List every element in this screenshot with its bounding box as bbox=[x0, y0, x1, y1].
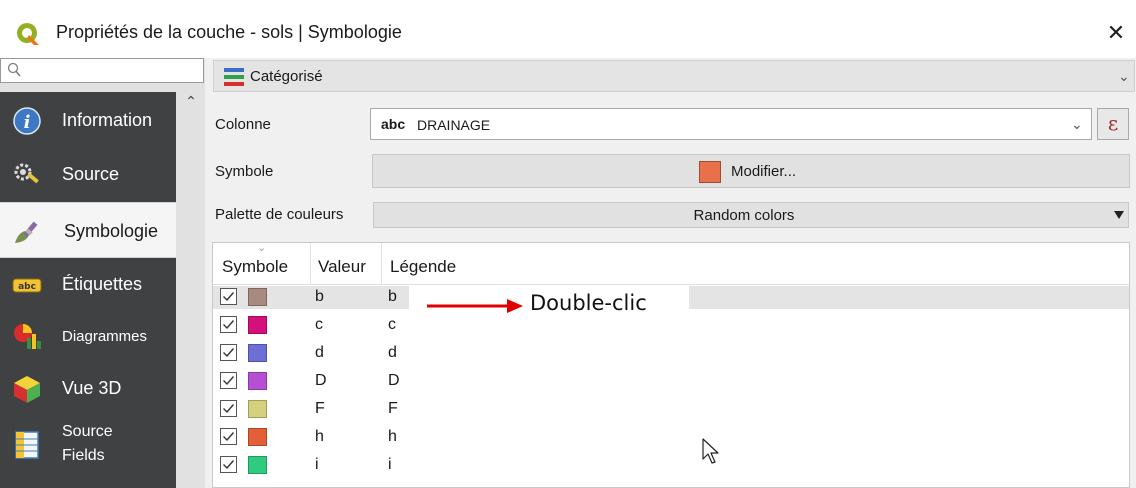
category-checkbox[interactable] bbox=[220, 400, 237, 417]
search-box[interactable] bbox=[0, 58, 204, 83]
title-bar: Propriétés de la couche - sols | Symbolo… bbox=[0, 0, 1136, 58]
string-field-icon: abc bbox=[381, 116, 406, 132]
category-checkbox[interactable] bbox=[220, 428, 237, 445]
category-color-swatch[interactable] bbox=[248, 428, 267, 446]
category-legend[interactable]: h bbox=[388, 428, 397, 446]
dropdown-arrow-icon bbox=[1114, 211, 1124, 219]
sidebar-item-information[interactable]: i Information bbox=[0, 94, 176, 146]
search-input[interactable] bbox=[27, 61, 197, 80]
category-color-swatch[interactable] bbox=[248, 288, 267, 306]
close-button[interactable]: ✕ bbox=[1098, 16, 1134, 50]
renderer-type-label: Catégorisé bbox=[250, 68, 323, 85]
source-wrench-icon bbox=[14, 163, 39, 184]
symbol-modify-label: Modifier... bbox=[731, 163, 797, 180]
sidebar-scrollbar[interactable]: ⌃ bbox=[176, 92, 205, 488]
column-select[interactable]: abc DRAINAGE ⌄ bbox=[370, 108, 1092, 140]
category-legend[interactable]: F bbox=[388, 400, 398, 418]
category-legend[interactable]: D bbox=[388, 372, 400, 390]
category-color-swatch[interactable] bbox=[248, 400, 267, 418]
category-checkbox[interactable] bbox=[220, 316, 237, 333]
table-row[interactable]: ii bbox=[213, 454, 1129, 477]
palette-label: Palette de couleurs bbox=[215, 206, 344, 223]
abc-label-icon: abc bbox=[12, 278, 42, 293]
category-checkbox[interactable] bbox=[220, 288, 237, 305]
column-header-valeur[interactable]: Valeur bbox=[318, 257, 366, 277]
sidebar-item-symbologie[interactable]: Symbologie bbox=[0, 202, 176, 258]
sidebar-item-etiquettes[interactable]: abc Étiquettes bbox=[0, 258, 176, 310]
sidebar: i Information Source Symbologie abc Étiq… bbox=[0, 58, 205, 488]
sidebar-item-label: Source bbox=[62, 164, 120, 184]
color-ramp-select[interactable]: Random colors bbox=[373, 202, 1129, 228]
category-value: b bbox=[315, 288, 324, 305]
symbol-label: Symbole bbox=[215, 163, 274, 180]
column-divider[interactable] bbox=[381, 243, 382, 285]
chevron-down-icon: ⌄ bbox=[1118, 68, 1130, 84]
table-row[interactable]: dd bbox=[213, 342, 1129, 365]
symbol-modify-button[interactable]: Modifier... bbox=[372, 154, 1130, 188]
cube-icon bbox=[14, 376, 40, 403]
sidebar-item-label: Information bbox=[62, 110, 153, 130]
mouse-cursor-icon bbox=[702, 438, 719, 464]
search-icon bbox=[7, 62, 21, 77]
category-value: c bbox=[315, 316, 323, 333]
sort-indicator-icon: ⌄ bbox=[257, 242, 267, 254]
category-checkbox[interactable] bbox=[220, 372, 237, 389]
sidebar-item-label: Symbologie bbox=[64, 221, 159, 241]
table-row[interactable]: DD bbox=[213, 370, 1129, 393]
svg-text:abc: abc bbox=[18, 282, 36, 292]
column-header-legende[interactable]: Légende bbox=[390, 257, 456, 277]
qgis-logo-icon bbox=[17, 23, 39, 45]
svg-text:i: i bbox=[24, 112, 31, 133]
table-row[interactable]: cc bbox=[213, 314, 1129, 337]
chevron-down-icon: ⌄ bbox=[1071, 116, 1083, 132]
category-color-swatch[interactable] bbox=[248, 372, 267, 390]
info-icon: i bbox=[13, 107, 41, 135]
column-header-symbole[interactable]: Symbole bbox=[222, 257, 288, 277]
category-value: D bbox=[315, 372, 327, 389]
window-title: Propriétés de la couche - sols | Symbolo… bbox=[56, 22, 402, 42]
table-row[interactable]: FF bbox=[213, 398, 1129, 421]
column-value: DRAINAGE bbox=[417, 117, 491, 133]
paintbrush-icon bbox=[15, 221, 38, 243]
category-legend[interactable]: d bbox=[388, 344, 397, 362]
category-color-swatch[interactable] bbox=[248, 344, 267, 362]
category-legend[interactable]: c bbox=[388, 316, 396, 334]
sidebar-item-label: Diagrammes bbox=[62, 328, 148, 345]
sidebar-item-source-fields[interactable]: Source Fields bbox=[0, 414, 176, 474]
fields-table-icon bbox=[15, 431, 39, 459]
scroll-up-arrow-icon[interactable]: ⌃ bbox=[182, 92, 200, 110]
category-value: F bbox=[315, 400, 325, 417]
table-row[interactable]: hh bbox=[213, 426, 1129, 449]
sidebar-item-label: Vue 3D bbox=[62, 378, 122, 398]
categories-table[interactable]: ⌄ Symbole Valeur Légende bbccddDDFFhhii bbox=[212, 242, 1130, 488]
symbology-panel: Catégorisé ⌄ Colonne abc DRAINAGE ⌄ ε Sy… bbox=[205, 58, 1136, 488]
sidebar-item-source[interactable]: Source bbox=[0, 148, 176, 200]
color-ramp-value: Random colors bbox=[693, 207, 795, 224]
category-value: i bbox=[315, 456, 319, 473]
category-checkbox[interactable] bbox=[220, 456, 237, 473]
sidebar-menu: i Information Source Symbologie abc Étiq… bbox=[0, 92, 176, 488]
category-color-swatch[interactable] bbox=[248, 456, 267, 474]
category-checkbox[interactable] bbox=[220, 344, 237, 361]
table-row[interactable]: bb bbox=[213, 286, 1129, 309]
categorized-renderer-icon bbox=[224, 68, 244, 86]
category-value: d bbox=[315, 344, 324, 361]
symbol-color-swatch bbox=[699, 161, 721, 183]
category-color-swatch[interactable] bbox=[248, 316, 267, 334]
table-header: ⌄ Symbole Valeur Légende bbox=[213, 242, 1129, 285]
renderer-type-select[interactable]: Catégorisé ⌄ bbox=[213, 60, 1135, 92]
pie-chart-icon bbox=[14, 324, 41, 349]
category-legend[interactable]: b bbox=[388, 288, 397, 306]
annotation-label: Double-clic bbox=[530, 291, 647, 315]
column-label: Colonne bbox=[215, 116, 271, 133]
category-value: h bbox=[315, 428, 324, 445]
sidebar-item-vue-3d[interactable]: Vue 3D bbox=[0, 362, 176, 414]
category-legend[interactable]: i bbox=[388, 456, 392, 474]
sidebar-item-diagrammes[interactable]: Diagrammes bbox=[0, 310, 176, 362]
column-divider[interactable] bbox=[310, 243, 311, 285]
sidebar-item-label: Source Fields bbox=[62, 423, 113, 464]
annotation-arrow bbox=[427, 299, 523, 313]
sidebar-item-label: Étiquettes bbox=[62, 274, 143, 294]
expression-button[interactable]: ε bbox=[1097, 108, 1129, 140]
